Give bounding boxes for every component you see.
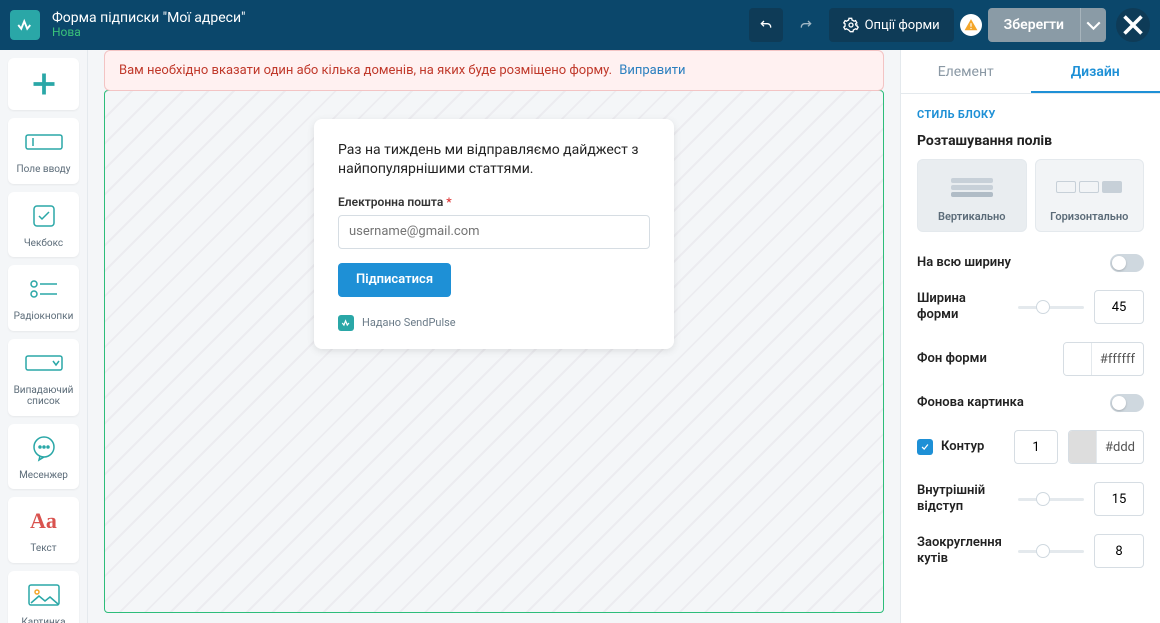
form-canvas[interactable]: Раз на тиждень ми відправляємо дайджест … [104, 90, 884, 613]
form-width-label: Ширина форми [917, 291, 1008, 324]
app-header: Форма підписки "Мої адреси" Нова Опції ф… [0, 0, 1160, 50]
form-title: Форма підписки "Мої адреси" [52, 10, 246, 26]
save-button[interactable]: Зберегти [988, 8, 1080, 42]
redo-button[interactable] [789, 8, 823, 42]
warning-icon [964, 18, 978, 32]
form-description: Раз на тиждень ми відправляємо дайджест … [338, 141, 650, 179]
radius-label: Заокруглення кутів [917, 535, 1008, 568]
tool-radio[interactable]: Радіокнопки [8, 265, 79, 331]
panel-tabs: Елемент Дизайн [901, 50, 1160, 94]
form-options-button[interactable]: Опції форми [829, 8, 954, 42]
outline-width-input[interactable] [1014, 430, 1058, 464]
dropdown-icon [24, 352, 64, 374]
layout-horizontal[interactable]: Горизонтально [1035, 159, 1145, 232]
radius-input[interactable] [1094, 534, 1144, 568]
outline-swatch [1069, 431, 1097, 463]
messenger-icon [30, 434, 58, 462]
form-bg-color[interactable]: #ffffff [1063, 342, 1144, 376]
radius-slider[interactable] [1018, 542, 1084, 560]
form-bg-label: Фон форми [917, 351, 1053, 367]
tool-add[interactable] [8, 58, 79, 110]
close-icon [1116, 8, 1150, 42]
image-icon [27, 583, 61, 607]
tool-text[interactable]: Aa Текст [8, 497, 79, 563]
powered-by: Надано SendPulse [338, 315, 650, 331]
subscribe-button[interactable]: Підписатися [338, 263, 451, 297]
form-width-slider[interactable] [1018, 298, 1084, 316]
checkbox-icon [31, 203, 57, 229]
gear-icon [843, 17, 859, 33]
save-dropdown-caret[interactable] [1080, 8, 1106, 42]
outline-label: Контур [917, 439, 1004, 455]
form-status: Нова [52, 26, 246, 40]
bg-image-label: Фонова картинка [917, 395, 1100, 411]
tab-element[interactable]: Елемент [901, 50, 1031, 93]
tool-dropdown[interactable]: Випадаючий список [8, 339, 79, 416]
tool-messenger[interactable]: Месенжер [8, 424, 79, 490]
sendpulse-logo [338, 315, 354, 331]
radio-icon [27, 277, 61, 301]
tool-checkbox[interactable]: Чекбокс [8, 192, 79, 258]
undo-button[interactable] [749, 8, 783, 42]
padding-input[interactable] [1094, 482, 1144, 516]
domain-alert: Вам необхідно вказати один або кілька до… [104, 50, 884, 91]
form-options-label: Опції форми [865, 18, 940, 33]
required-mark: * [446, 195, 451, 209]
tool-image[interactable]: Картинка [8, 571, 79, 623]
plus-icon [26, 66, 62, 102]
padding-slider[interactable] [1018, 490, 1084, 508]
close-button[interactable] [1116, 8, 1150, 42]
alert-text: Вам необхідно вказати один або кілька до… [119, 63, 612, 78]
warning-badge[interactable] [960, 14, 982, 36]
bg-image-toggle[interactable] [1110, 394, 1144, 412]
layout-vertical-preview [926, 170, 1018, 204]
input-icon [24, 131, 64, 153]
alert-fix-link[interactable]: Виправити [619, 63, 685, 78]
outline-checkbox[interactable] [917, 439, 933, 455]
form-preview-card[interactable]: Раз на тиждень ми відправляємо дайджест … [314, 119, 674, 349]
fields-layout-heading: Розташування полів [917, 133, 1144, 149]
chevron-down-icon [1081, 13, 1106, 38]
tool-input[interactable]: Поле вводу [8, 118, 79, 184]
canvas-area: Вам необхідно вказати один або кілька до… [88, 50, 900, 623]
app-logo [10, 10, 40, 40]
layout-horizontal-preview [1044, 170, 1136, 204]
email-field[interactable] [338, 215, 650, 249]
form-bg-swatch [1064, 343, 1092, 375]
tab-design[interactable]: Дизайн [1031, 50, 1160, 93]
full-width-toggle[interactable] [1110, 254, 1144, 272]
full-width-label: На всю ширину [917, 255, 1100, 271]
save-button-group: Зберегти [988, 8, 1106, 42]
outline-color[interactable]: #ddd [1068, 430, 1144, 464]
text-icon: Aa [30, 508, 57, 534]
layout-vertical[interactable]: Вертикально [917, 159, 1027, 232]
properties-panel: Елемент Дизайн СТИЛЬ БЛОКУ Розташування … [900, 50, 1160, 623]
header-title-block: Форма підписки "Мої адреси" Нова [52, 10, 246, 40]
padding-label: Внутрішній відступ [917, 483, 1008, 516]
email-label: Електронна пошта * [338, 195, 650, 209]
form-width-input[interactable] [1094, 290, 1144, 324]
section-block-style: СТИЛЬ БЛОКУ [917, 108, 1144, 121]
toolbox-sidebar: Поле вводу Чекбокс Радіокнопки Випадаючи… [0, 50, 88, 623]
